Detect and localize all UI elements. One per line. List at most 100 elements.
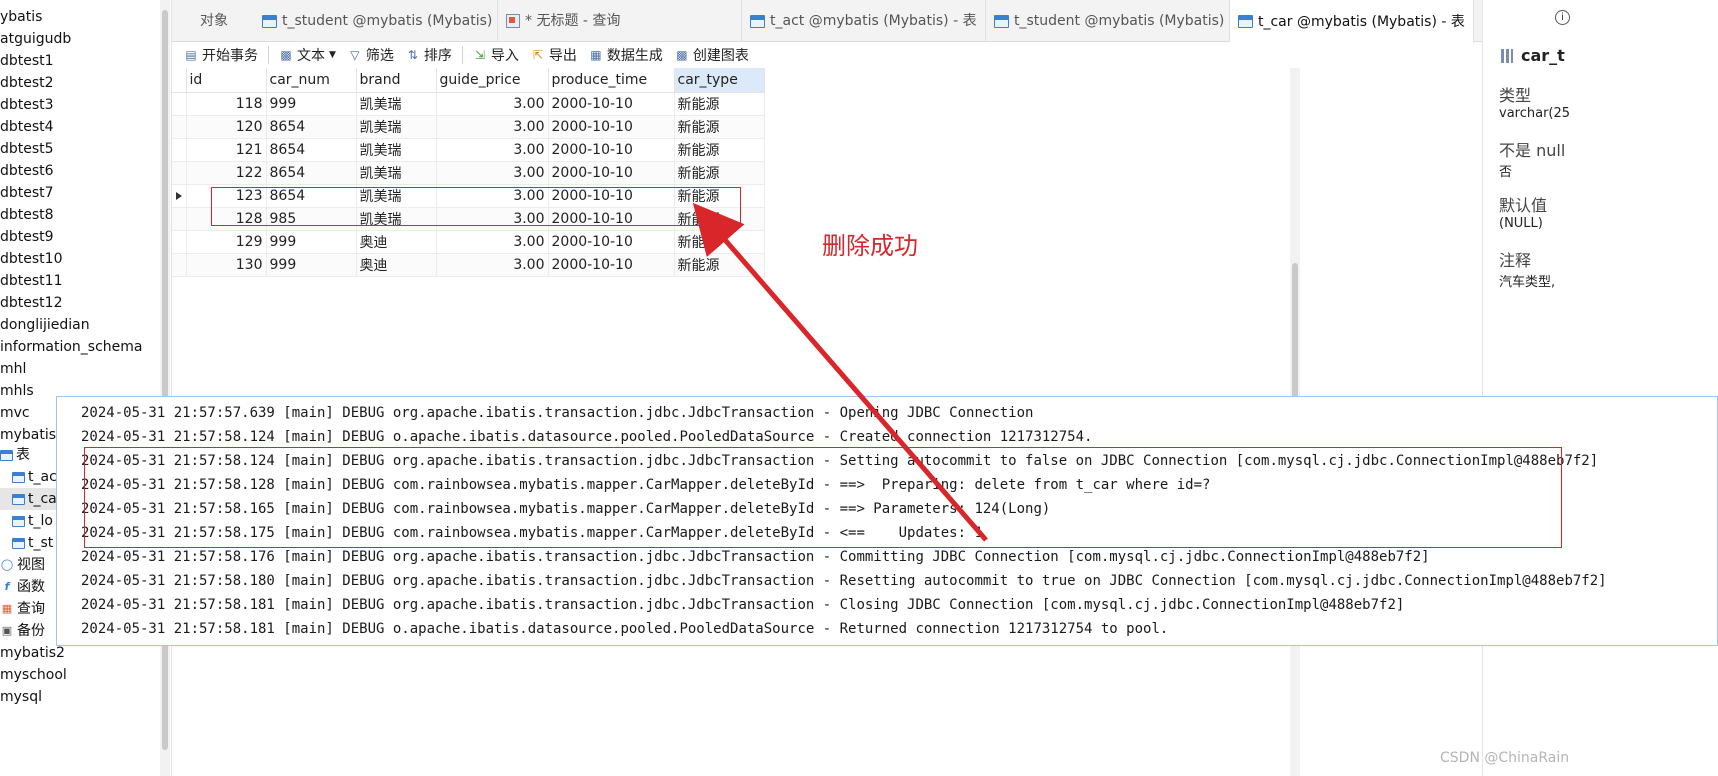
functions-group[interactable]: f 函数 bbox=[0, 576, 45, 598]
table-cell[interactable]: 8654 bbox=[266, 115, 357, 139]
row-selector[interactable] bbox=[172, 138, 187, 162]
table-row[interactable]: 120 8654 凯美瑞 3.00 2000-10-10 新能源 bbox=[172, 115, 765, 139]
sidebar-database-item[interactable]: donglijiedian bbox=[0, 314, 90, 336]
tab-t-student-2[interactable]: t_student @mybatis (Mybatis) -... bbox=[986, 0, 1230, 42]
table-cell[interactable]: 2000-10-10 bbox=[548, 253, 675, 277]
views-group[interactable]: ◯ 视图 bbox=[0, 554, 45, 576]
create-chart-button[interactable]: ▩ 创建图表 bbox=[669, 42, 755, 68]
table-cell[interactable]: 118 bbox=[186, 92, 267, 116]
table-cell[interactable]: 凯美瑞 bbox=[356, 92, 437, 116]
sidebar-database-item[interactable]: dbtest2 bbox=[0, 72, 54, 94]
row-selector[interactable] bbox=[172, 230, 187, 254]
tab-t-student-1[interactable]: t_student @mybatis (Mybatis) -... bbox=[254, 0, 498, 42]
begin-transaction-button[interactable]: ▤ 开始事务 bbox=[178, 42, 264, 68]
sidebar-database-item[interactable]: mhl bbox=[0, 358, 26, 380]
table-cell[interactable]: 新能源 bbox=[674, 92, 765, 116]
sidebar-database-item[interactable]: mysql bbox=[0, 686, 42, 708]
backups-group[interactable]: ▣ 备份 bbox=[0, 620, 45, 642]
table-cell[interactable]: 999 bbox=[266, 253, 357, 277]
sidebar-table-item[interactable]: t_ac bbox=[12, 466, 57, 488]
column-header[interactable]: car_num bbox=[266, 68, 357, 93]
tab-t-car[interactable]: t_car @mybatis (Mybatis) - 表 bbox=[1230, 0, 1474, 43]
row-selector[interactable] bbox=[172, 253, 187, 277]
table-cell[interactable]: 999 bbox=[266, 230, 357, 254]
filter-button[interactable]: ▽ 筛选 bbox=[342, 42, 400, 68]
table-cell[interactable]: 2000-10-10 bbox=[548, 138, 675, 162]
table-cell[interactable]: 凯美瑞 bbox=[356, 138, 437, 162]
table-cell[interactable]: 130 bbox=[186, 253, 267, 277]
table-cell[interactable]: 奥迪 bbox=[356, 230, 437, 254]
table-cell[interactable]: 3.00 bbox=[436, 138, 549, 162]
sidebar-database-item[interactable]: mhls bbox=[0, 380, 34, 402]
table-cell[interactable]: 2000-10-10 bbox=[548, 230, 675, 254]
table-row[interactable]: 130 999 奥迪 3.00 2000-10-10 新能源 bbox=[172, 253, 765, 277]
table-cell[interactable]: 121 bbox=[186, 138, 267, 162]
sidebar-database-item[interactable]: dbtest9 bbox=[0, 226, 54, 248]
sidebar-database-item[interactable]: dbtest11 bbox=[0, 270, 62, 292]
tab-objects[interactable]: 对象 bbox=[192, 0, 256, 42]
table-cell[interactable]: 120 bbox=[186, 115, 267, 139]
row-selector[interactable] bbox=[172, 207, 187, 231]
sidebar-database-item[interactable]: dbtest6 bbox=[0, 160, 54, 182]
table-cell[interactable]: 999 bbox=[266, 92, 357, 116]
table-cell[interactable]: 3.00 bbox=[436, 92, 549, 116]
sort-button[interactable]: ⇅ 排序 bbox=[400, 42, 458, 68]
column-header-selected[interactable]: car_type bbox=[674, 68, 765, 93]
column-header[interactable]: guide_price bbox=[436, 68, 549, 93]
sidebar-database-item[interactable]: information_schema bbox=[0, 336, 143, 358]
table-cell[interactable]: 凯美瑞 bbox=[356, 161, 437, 185]
table-cell[interactable]: 新能源 bbox=[674, 230, 765, 254]
table-cell[interactable]: 122 bbox=[186, 161, 267, 185]
table-cell[interactable]: 8654 bbox=[266, 138, 357, 162]
table-cell[interactable]: 8654 bbox=[266, 161, 357, 185]
sidebar-database-item[interactable]: dbtest10 bbox=[0, 248, 62, 270]
tab-untitled-query[interactable]: * 无标题 - 查询 bbox=[498, 0, 742, 42]
sidebar-database-item[interactable]: dbtest1 bbox=[0, 50, 54, 72]
column-header[interactable]: id bbox=[186, 68, 267, 93]
queries-group[interactable]: ▦ 查询 bbox=[0, 598, 45, 620]
table-cell[interactable]: 新能源 bbox=[674, 115, 765, 139]
sidebar-database-item[interactable]: dbtest12 bbox=[0, 292, 62, 314]
table-cell[interactable]: 2000-10-10 bbox=[548, 115, 675, 139]
import-button[interactable]: ⇲ 导入 bbox=[467, 42, 525, 68]
sidebar-database-item[interactable]: dbtest3 bbox=[0, 94, 54, 116]
table-row[interactable]: 129 999 奥迪 3.00 2000-10-10 新能源 bbox=[172, 230, 765, 254]
sidebar-database-item[interactable]: mvc bbox=[0, 402, 30, 424]
table-cell[interactable]: 2000-10-10 bbox=[548, 92, 675, 116]
sidebar-database-item[interactable]: mybatis bbox=[0, 424, 56, 446]
data-generation-button[interactable]: ▦ 数据生成 bbox=[583, 42, 669, 68]
column-header[interactable]: produce_time bbox=[548, 68, 675, 93]
table-cell[interactable]: 奥迪 bbox=[356, 253, 437, 277]
sidebar-table-item[interactable]: t_lo bbox=[12, 510, 53, 532]
table-cell[interactable]: 新能源 bbox=[674, 161, 765, 185]
row-selector[interactable] bbox=[172, 92, 187, 116]
table-cell[interactable]: 新能源 bbox=[674, 253, 765, 277]
table-row[interactable]: 121 8654 凯美瑞 3.00 2000-10-10 新能源 bbox=[172, 138, 765, 162]
export-button[interactable]: ⇱ 导出 bbox=[525, 42, 583, 68]
table-row[interactable]: 122 8654 凯美瑞 3.00 2000-10-10 新能源 bbox=[172, 161, 765, 185]
table-cell[interactable]: 3.00 bbox=[436, 230, 549, 254]
sidebar-database-item[interactable]: myschool bbox=[0, 664, 67, 686]
sidebar-database-item[interactable]: atguigudb bbox=[0, 28, 71, 50]
table-cell[interactable]: 3.00 bbox=[436, 161, 549, 185]
sidebar-database-item[interactable]: dbtest4 bbox=[0, 116, 54, 138]
sidebar-scrollbar[interactable] bbox=[160, 0, 170, 776]
table-cell[interactable]: 2000-10-10 bbox=[548, 161, 675, 185]
row-selector[interactable] bbox=[172, 161, 187, 185]
sidebar-database-item[interactable]: dbtest8 bbox=[0, 204, 54, 226]
table-cell[interactable]: 3.00 bbox=[436, 253, 549, 277]
row-selector[interactable] bbox=[172, 184, 187, 208]
table-row[interactable]: 118 999 凯美瑞 3.00 2000-10-10 新能源 bbox=[172, 92, 765, 116]
sidebar-database-item[interactable]: dbtest7 bbox=[0, 182, 54, 204]
table-cell[interactable]: 3.00 bbox=[436, 115, 549, 139]
tables-group[interactable]: 表 bbox=[0, 444, 30, 466]
text-view-button[interactable]: ▩ 文本 ▼ bbox=[273, 42, 342, 68]
table-cell[interactable]: 新能源 bbox=[674, 138, 765, 162]
column-header[interactable]: brand bbox=[356, 68, 437, 93]
sidebar-table-item[interactable]: t_st bbox=[12, 532, 53, 554]
sidebar-database-item[interactable]: dbtest5 bbox=[0, 138, 54, 160]
row-selector[interactable] bbox=[172, 115, 187, 139]
info-icon[interactable]: i bbox=[1555, 10, 1570, 25]
table-cell[interactable]: 129 bbox=[186, 230, 267, 254]
table-cell[interactable]: 凯美瑞 bbox=[356, 115, 437, 139]
